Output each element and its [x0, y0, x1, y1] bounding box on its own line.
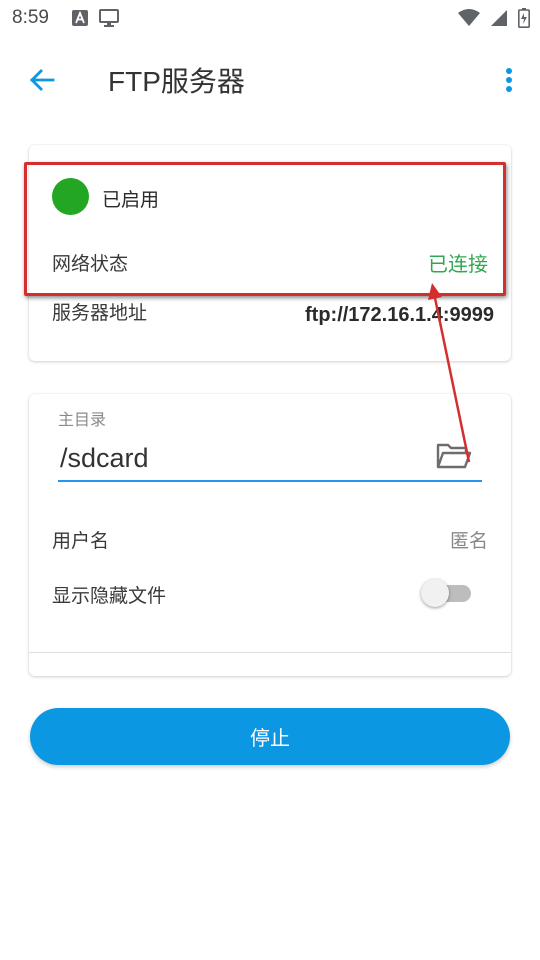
browse-folder-button[interactable] — [436, 441, 472, 471]
status-time: 8:59 — [12, 7, 49, 28]
username-label: 用户名 — [52, 530, 110, 552]
server-address-label: 服务器地址 — [52, 302, 148, 324]
page-title: FTP服务器 — [108, 66, 245, 97]
home-directory-input[interactable] — [58, 436, 482, 482]
app-bar: FTP服务器 — [0, 48, 540, 108]
more-vert-icon — [506, 68, 512, 92]
arrow-left-icon — [30, 69, 55, 91]
wifi-icon — [458, 9, 480, 26]
battery-icon — [518, 8, 530, 28]
home-directory-label: 主目录 — [58, 410, 107, 429]
show-hidden-files-label: 显示隐藏文件 — [52, 585, 167, 607]
annotation-highlight-box — [24, 162, 506, 296]
server-address-value: ftp://172.16.1.4:9999 — [305, 304, 494, 326]
stop-button[interactable]: 停止 — [30, 708, 510, 765]
divider — [29, 652, 511, 653]
desktop-icon — [98, 9, 119, 27]
back-button[interactable] — [22, 60, 62, 100]
show-hidden-files-toggle[interactable] — [421, 579, 473, 607]
folder-open-icon — [436, 443, 472, 469]
toggle-thumb — [421, 579, 449, 607]
username-value[interactable]: 匿名 — [450, 526, 488, 553]
keyboard-a-icon — [71, 10, 88, 26]
status-bar: 8:59 — [0, 0, 540, 36]
more-options-button[interactable] — [494, 60, 524, 100]
cell-signal-icon — [491, 10, 507, 26]
